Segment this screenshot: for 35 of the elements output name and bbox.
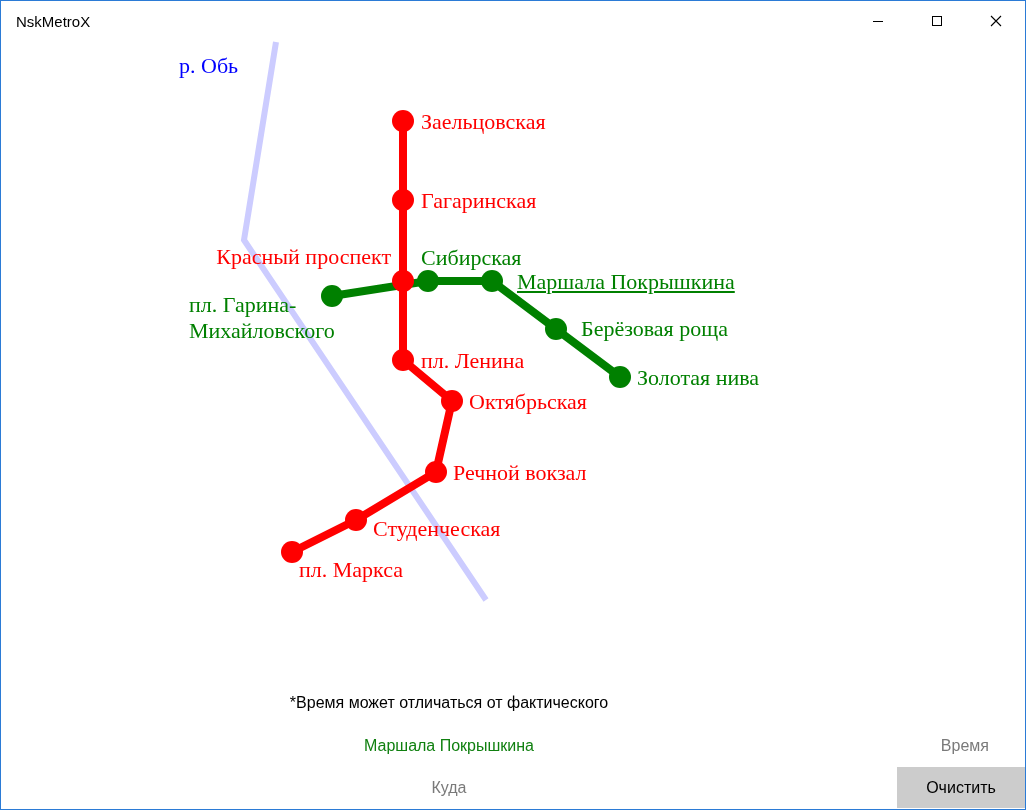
station-dot[interactable]: [345, 509, 367, 531]
station-dot[interactable]: [545, 318, 567, 340]
time-label: Время: [940, 736, 990, 755]
station-dot[interactable]: [321, 285, 343, 307]
station-label[interactable]: Октябрьская: [469, 389, 587, 415]
station-label[interactable]: Маршала Покрышкина: [517, 269, 735, 295]
station-label[interactable]: Гагаринская: [421, 188, 537, 214]
station-dot[interactable]: [425, 461, 447, 483]
station-label[interactable]: Золотая нива: [637, 365, 760, 391]
station-label[interactable]: Сибирская: [421, 245, 522, 271]
station-label[interactable]: Студенческая: [373, 516, 501, 542]
station-dot[interactable]: [609, 366, 631, 388]
disclaimer-text: *Время может отличаться от фактического: [289, 694, 609, 712]
station-label[interactable]: пл. Ленина: [421, 348, 525, 374]
station-label[interactable]: Берёзовая роща: [581, 316, 728, 342]
from-field[interactable]: Маршала Покрышкина: [289, 730, 609, 761]
close-icon: [989, 15, 1002, 27]
station-label[interactable]: Заельцовская: [421, 109, 546, 135]
station-label[interactable]: Красный проспект: [216, 244, 391, 270]
station-dot[interactable]: [417, 270, 439, 292]
maximize-icon: [930, 15, 943, 27]
station-dot[interactable]: [392, 349, 414, 371]
station-dot[interactable]: [281, 541, 303, 563]
station-dot[interactable]: [481, 270, 503, 292]
station-dot[interactable]: [392, 110, 414, 132]
station-dot[interactable]: [392, 189, 414, 211]
station-dot[interactable]: [441, 390, 463, 412]
river-label: р. Обь: [179, 53, 239, 79]
clear-button[interactable]: Очистить: [897, 767, 1025, 808]
station-label[interactable]: пл. Маркса: [299, 557, 404, 583]
station-dot[interactable]: [392, 270, 414, 292]
to-field[interactable]: Куда: [289, 772, 609, 803]
station-label[interactable]: пл. Гарина-Михайловского: [189, 292, 369, 344]
station-label[interactable]: Речной вокзал: [453, 460, 587, 486]
window-title: NskMetroX: [15, 12, 92, 30]
